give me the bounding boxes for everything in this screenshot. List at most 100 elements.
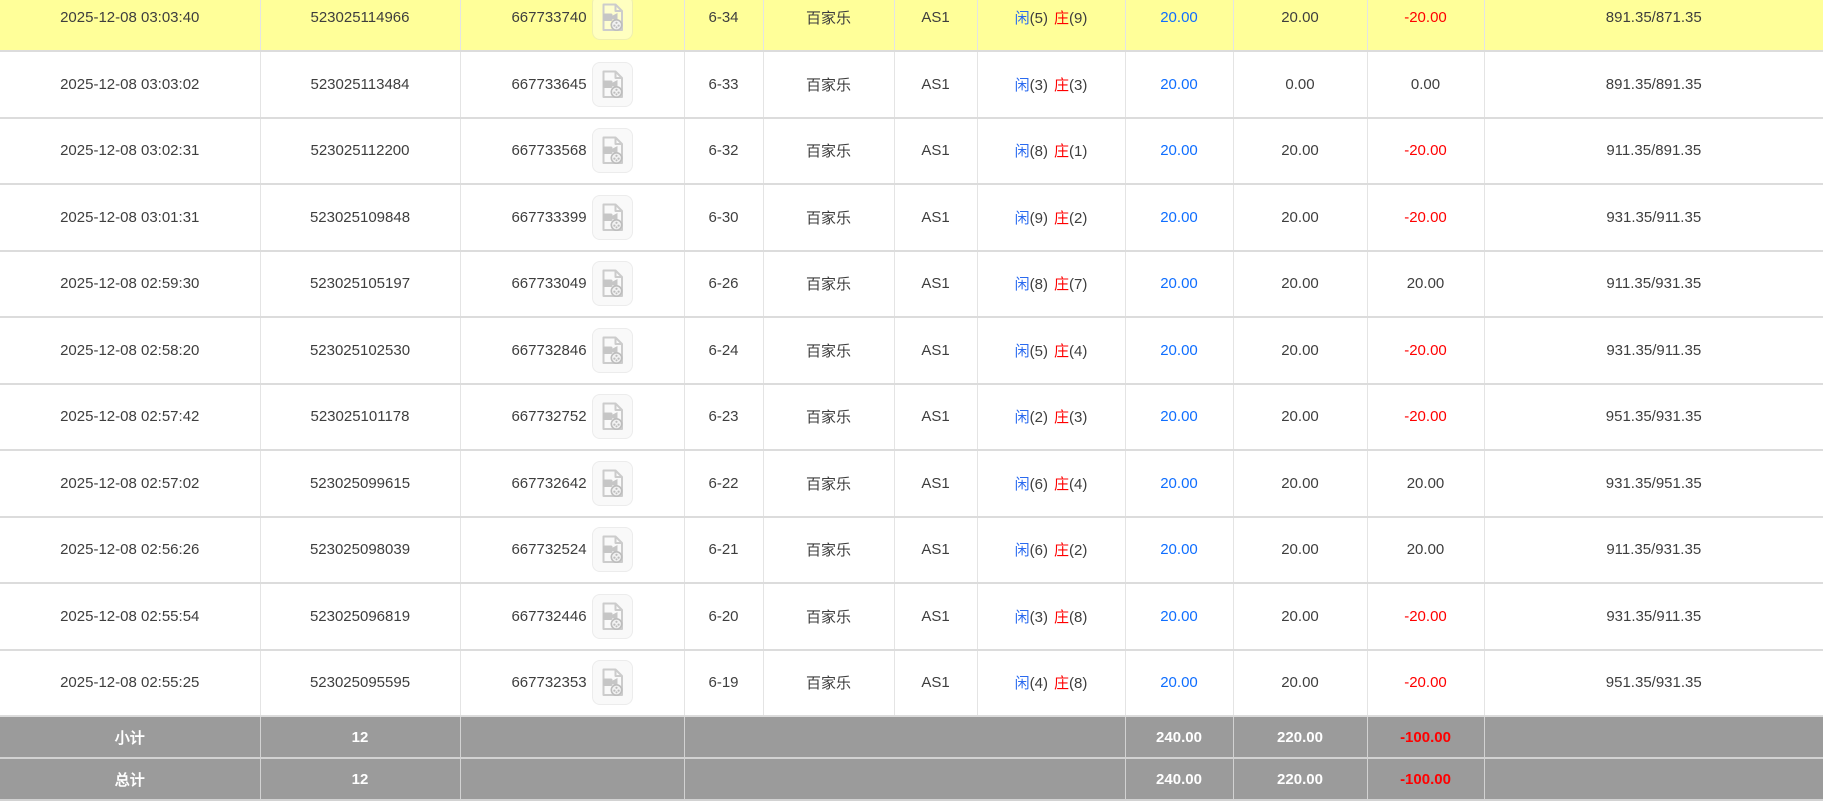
game-number: 667733049 (511, 275, 587, 293)
player-points: (4) (1029, 675, 1048, 693)
table-row: 2025-12-08 02:57:42 523025101178 6677327… (0, 383, 1823, 451)
bet-amount-cell[interactable]: 20.00 (1125, 51, 1234, 119)
table-summary: 小计 12 240.00 220.00 -100.00 总计 12 240.00… (0, 716, 1823, 801)
video-replay-button[interactable] (591, 61, 633, 107)
total-balance-cell (1484, 758, 1823, 801)
game-type-cell: 百家乐 (763, 583, 895, 651)
game-type-cell: 百家乐 (763, 516, 895, 584)
player-points: (6) (1029, 542, 1048, 560)
player-points: (3) (1029, 608, 1048, 626)
banker-result-label: 庄 (1054, 475, 1070, 493)
player-result-label: 闲 (1014, 76, 1030, 94)
round-cell: 6-32 (684, 117, 764, 185)
total-count: 12 (260, 758, 461, 801)
round-cell: 6-19 (684, 649, 764, 717)
valid-amount-cell: 20.00 (1233, 583, 1368, 651)
banker-points: (4) (1069, 342, 1088, 360)
bet-number-cell: 523025102530 (260, 317, 461, 385)
video-replay-button[interactable] (591, 194, 633, 240)
video-replay-button[interactable] (591, 593, 633, 639)
player-points: (9) (1029, 209, 1048, 227)
video-replay-button[interactable] (591, 660, 633, 706)
result-cell: 闲(3) 庄(3) (977, 51, 1126, 119)
video-replay-button[interactable] (591, 460, 633, 506)
game-type-cell: 百家乐 (763, 184, 895, 252)
total-win-loss: -100.00 (1367, 758, 1485, 801)
bet-amount-cell[interactable]: 20.00 (1125, 450, 1234, 518)
game-number-cell: 667733568 (460, 117, 685, 185)
table-row: 2025-12-08 02:59:30 523025105197 6677330… (0, 250, 1823, 318)
player-points: (5) (1029, 9, 1048, 27)
bet-amount-cell[interactable]: 20.00 (1125, 0, 1234, 52)
table-row: 2025-12-08 03:02:31 523025112200 6677335… (0, 117, 1823, 185)
banker-result-label: 庄 (1054, 542, 1070, 560)
bet-amount-cell[interactable]: 20.00 (1125, 516, 1234, 584)
win-loss-cell: -20.00 (1367, 117, 1485, 185)
banker-result-label: 庄 (1054, 675, 1070, 693)
game-type-cell: 百家乐 (763, 317, 895, 385)
player-points: (8) (1029, 276, 1048, 294)
table-row: 2025-12-08 03:03:02 523025113484 6677336… (0, 51, 1823, 119)
video-replay-button[interactable] (591, 261, 633, 307)
bet-amount-cell[interactable]: 20.00 (1125, 250, 1234, 318)
balance-cell: 951.35/931.35 (1484, 383, 1823, 451)
balance-cell: 911.35/931.35 (1484, 516, 1823, 584)
video-replay-button[interactable] (591, 327, 633, 373)
video-replay-button[interactable] (591, 128, 633, 174)
table-name-cell: AS1 (894, 0, 978, 52)
bet-amount-cell[interactable]: 20.00 (1125, 317, 1234, 385)
player-points: (3) (1029, 76, 1048, 94)
video-replay-icon (602, 70, 623, 98)
video-replay-button[interactable] (591, 394, 633, 440)
win-loss-cell: 0.00 (1367, 51, 1485, 119)
banker-result-label: 庄 (1054, 409, 1070, 427)
table-name-cell: AS1 (894, 250, 978, 318)
table-row: 2025-12-08 03:03:40 523025114966 6677337… (0, 0, 1823, 52)
betting-records-table: 2025-12-08 03:03:40 523025114966 6677337… (0, 0, 1828, 810)
balance-cell: 931.35/911.35 (1484, 184, 1823, 252)
banker-points: (1) (1069, 143, 1088, 161)
video-replay-icon (602, 535, 623, 564)
total-valid-amount: 220.00 (1233, 758, 1368, 801)
bet-number-cell: 523025096819 (260, 583, 461, 651)
player-points: (5) (1029, 342, 1048, 360)
video-replay-button[interactable] (591, 0, 633, 40)
bet-amount-cell[interactable]: 20.00 (1125, 649, 1234, 717)
valid-amount-cell: 0.00 (1233, 51, 1368, 119)
game-number-cell: 667732846 (460, 317, 685, 385)
subtotal-count: 12 (260, 716, 461, 759)
banker-points: (3) (1069, 409, 1088, 427)
result-cell: 闲(8) 庄(7) (977, 250, 1126, 318)
bet-amount-cell[interactable]: 20.00 (1125, 383, 1234, 451)
banker-points: (2) (1069, 209, 1088, 227)
bet-amount-cell[interactable]: 20.00 (1125, 184, 1234, 252)
balance-cell: 931.35/911.35 (1484, 583, 1823, 651)
game-number: 667732642 (511, 474, 587, 492)
video-replay-button[interactable] (591, 527, 633, 573)
round-cell: 6-30 (684, 184, 764, 252)
game-number-cell: 667733049 (460, 250, 685, 318)
balance-cell: 911.35/891.35 (1484, 117, 1823, 185)
result-cell: 闲(5) 庄(4) (977, 317, 1126, 385)
result-cell: 闲(8) 庄(1) (977, 117, 1126, 185)
round-cell: 6-20 (684, 583, 764, 651)
bet-time-cell: 2025-12-08 03:02:31 (0, 117, 261, 185)
valid-amount-cell: 20.00 (1233, 516, 1368, 584)
bet-amount-cell[interactable]: 20.00 (1125, 583, 1234, 651)
valid-amount-cell: 20.00 (1233, 184, 1368, 252)
game-number: 667732524 (511, 541, 587, 559)
valid-amount-cell: 20.00 (1233, 450, 1368, 518)
player-result-label: 闲 (1014, 209, 1030, 227)
subtotal-bet-amount: 240.00 (1125, 716, 1234, 759)
banker-points: (4) (1069, 475, 1088, 493)
bet-amount-cell[interactable]: 20.00 (1125, 117, 1234, 185)
table-row: 2025-12-08 02:58:20 523025102530 6677328… (0, 317, 1823, 385)
banker-result-label: 庄 (1054, 143, 1070, 161)
bet-time-cell: 2025-12-08 02:57:02 (0, 450, 261, 518)
game-type-cell: 百家乐 (763, 383, 895, 451)
round-cell: 6-33 (684, 51, 764, 119)
valid-amount-cell: 20.00 (1233, 317, 1368, 385)
table-body: 2025-12-08 03:03:40 523025114966 6677337… (0, 0, 1823, 717)
result-cell: 闲(6) 庄(4) (977, 450, 1126, 518)
bet-time-cell: 2025-12-08 03:03:40 (0, 0, 261, 52)
